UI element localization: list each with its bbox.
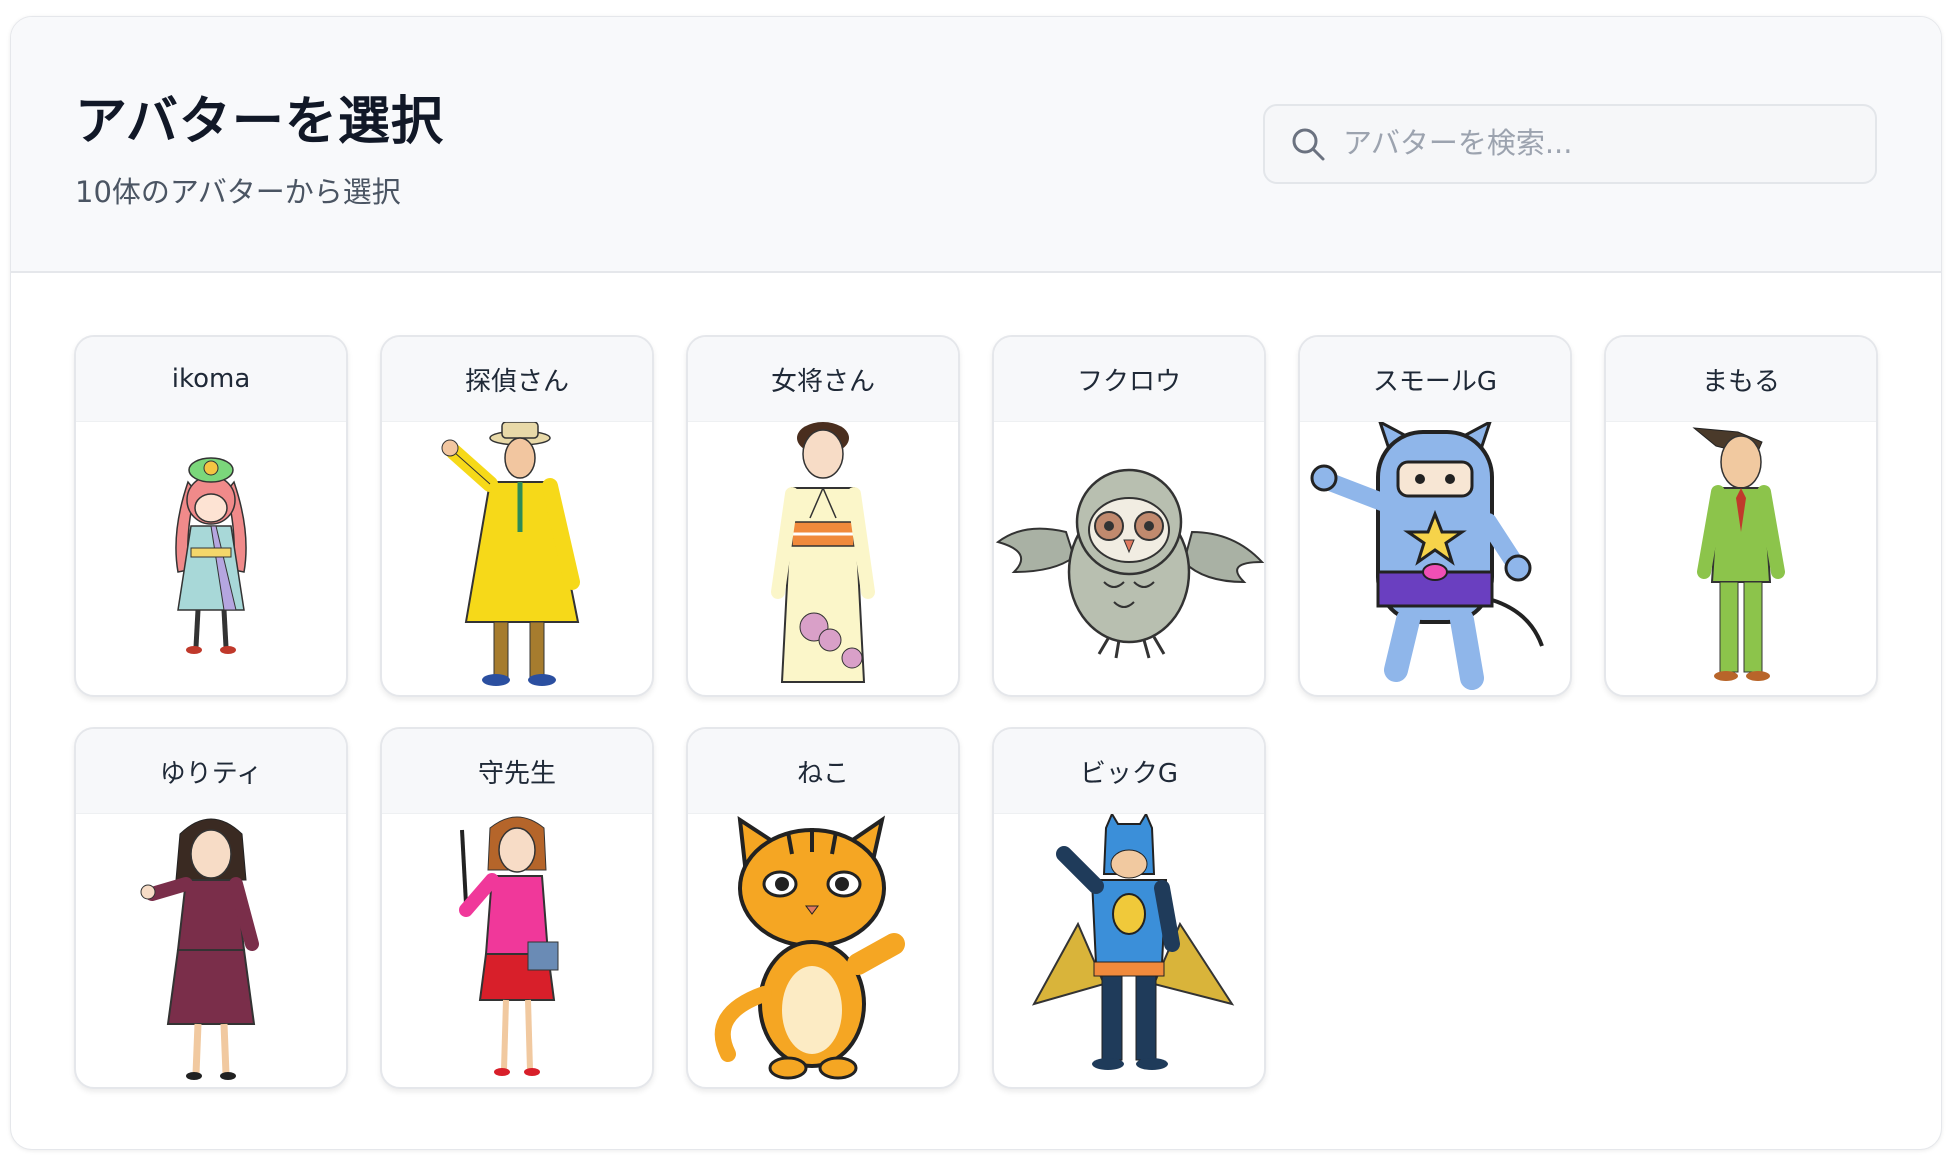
avatar-image (994, 814, 1264, 1086)
search-icon (1292, 128, 1325, 161)
teacher-avatar-image (459, 816, 559, 1076)
page-subtitle: 10体のアバターから選択 (75, 175, 401, 209)
avatar-card-ikoma[interactable]: ikoma (74, 335, 348, 697)
avatar-card-name: ねこ (688, 729, 958, 814)
avatar-image (382, 422, 652, 694)
avatar-card-mamoru-sensei[interactable]: 守先生 (380, 727, 654, 1089)
avatar-image (76, 814, 346, 1086)
avatar-image (76, 422, 346, 694)
avatar-card-name: 守先生 (382, 729, 652, 814)
avatar-card-okami[interactable]: 女将さん (686, 335, 960, 697)
avatar-image (1300, 422, 1570, 694)
header: アバターを選択 10体のアバターから選択 (11, 17, 1941, 273)
avatar-card-name: ビックG (994, 729, 1264, 814)
avatar-card-small-g[interactable]: スモールG (1298, 335, 1572, 697)
avatar-card-name: まもる (1606, 337, 1876, 422)
small-g-avatar-image (1310, 422, 1544, 690)
avatar-card-name: ikoma (76, 337, 346, 422)
avatar-card-detective[interactable]: 探偵さん (380, 335, 654, 697)
avatar-selector-panel: アバターを選択 10体のアバターから選択 ikoma (10, 16, 1942, 1150)
avatar-image (688, 422, 958, 694)
avatar-card-name: フクロウ (994, 337, 1264, 422)
avatar-card-big-g[interactable]: ビックG (992, 727, 1266, 1089)
avatar-card-name: スモールG (1300, 337, 1570, 422)
okami-avatar-image (771, 422, 875, 683)
girl-avatar-image (175, 457, 247, 654)
avatar-image (382, 814, 652, 1086)
page-title: アバターを選択 (75, 92, 444, 152)
avatar-card-name: 探偵さん (382, 337, 652, 422)
avatar-card-name: 女将さん (688, 337, 958, 422)
avatar-card-cat[interactable]: ねこ (686, 727, 960, 1089)
yuriti-avatar-image (140, 818, 259, 1080)
avatar-card-name: ゆりティ (76, 729, 346, 814)
avatar-image (688, 814, 958, 1086)
avatar-card-yuriti[interactable]: ゆりティ (74, 727, 348, 1089)
avatar-image (994, 422, 1264, 694)
search-input[interactable] (1341, 116, 1855, 170)
cat-avatar-image (714, 815, 905, 1080)
big-g-avatar-image (1031, 814, 1235, 1070)
avatar-image (1606, 422, 1876, 694)
mamoru-avatar-image (1692, 427, 1785, 681)
avatar-card-owl[interactable]: フクロウ (992, 335, 1266, 697)
search-box[interactable] (1263, 104, 1877, 184)
avatar-card-mamoru[interactable]: まもる (1604, 335, 1878, 697)
detective-avatar-image (441, 422, 580, 686)
owl-avatar-image (995, 468, 1264, 659)
